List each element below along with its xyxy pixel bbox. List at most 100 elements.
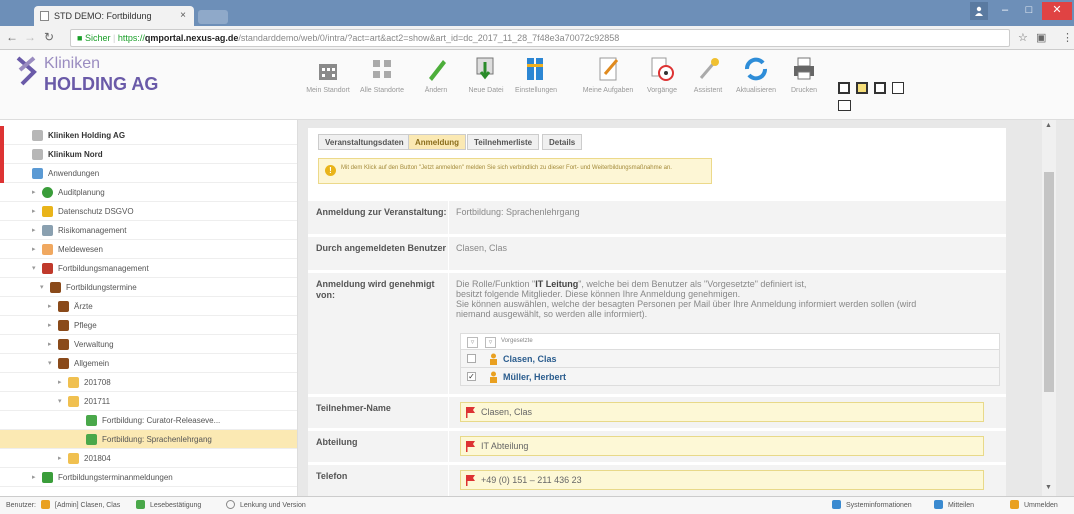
- my-site-button[interactable]: Mein Standort: [300, 54, 356, 116]
- row-department: Abteilung IT Abteilung: [308, 430, 1006, 462]
- back-icon[interactable]: ←: [6, 30, 18, 44]
- url-path: /standarddemo/web/0/intra/?act=art&act2=…: [238, 33, 620, 43]
- sidebar-item-201708[interactable]: ▸ 201708: [0, 373, 297, 392]
- tab-veranstaltungsdaten[interactable]: Veranstaltungsdaten: [318, 134, 411, 150]
- star-icon[interactable]: ☆: [1018, 31, 1028, 44]
- approver-row[interactable]: Clasen, Clas: [460, 350, 1000, 368]
- messages-link[interactable]: Mitteilen: [934, 497, 974, 514]
- sidebar-item-anmeldungen[interactable]: ▸ Fortbildungsterminanmeldungen: [0, 468, 297, 487]
- reload-icon[interactable]: ↻: [44, 30, 54, 44]
- sidebar-item-allgemein[interactable]: ▾ Allgemein: [0, 354, 297, 373]
- expand-arrow-icon[interactable]: ▸: [32, 240, 36, 259]
- expand-arrow-icon[interactable]: ▸: [48, 335, 52, 354]
- approver-name: Clasen, Clas: [503, 354, 557, 364]
- close-window-button[interactable]: ✕: [1042, 2, 1072, 20]
- expand-arrow-icon[interactable]: ▸: [32, 221, 36, 240]
- logout-link[interactable]: Ummelden: [1010, 497, 1058, 514]
- filter-icon[interactable]: ▿: [467, 337, 478, 348]
- expand-arrow-icon[interactable]: ▸: [48, 316, 52, 335]
- collapse-arrow-icon[interactable]: ▾: [48, 354, 52, 373]
- print-icon: [794, 57, 814, 80]
- browser-tab[interactable]: STD DEMO: Fortbildung ×: [34, 6, 194, 26]
- expand-arrow-icon[interactable]: ▸: [32, 183, 36, 202]
- all-sites-button[interactable]: Alle Standorte: [354, 54, 410, 116]
- sidebar-item-kliniken-holding[interactable]: Kliniken Holding AG: [0, 126, 297, 145]
- read-confirmation-link[interactable]: Lesebestätigung: [136, 497, 201, 514]
- url-host: qmportal.nexus-ag.de: [144, 33, 239, 43]
- sidebar-item-sprachenlehrgang[interactable]: Fortbildung: Sprachenlehrgang: [0, 430, 297, 449]
- collapse-arrow-icon[interactable]: ▾: [58, 392, 62, 411]
- menu-icon[interactable]: ⋮: [1062, 31, 1073, 44]
- report-icon: [42, 244, 53, 255]
- scroll-up-icon[interactable]: ▲: [1045, 122, 1052, 129]
- layout-1-button[interactable]: [838, 82, 850, 94]
- my-tasks-button[interactable]: Meine Aufgaben: [580, 54, 636, 116]
- edit-button[interactable]: Ändern: [408, 54, 464, 116]
- expand-arrow-icon[interactable]: ▸: [58, 449, 62, 468]
- filter-icon[interactable]: ▿: [485, 337, 496, 348]
- sidebar-item-201711[interactable]: ▾ 201711: [0, 392, 297, 411]
- sidebar-item-fortbildungstermine[interactable]: ▾ Fortbildungstermine: [0, 278, 297, 297]
- collapse-arrow-icon[interactable]: ▾: [40, 278, 44, 297]
- history-link[interactable]: Lenkung und Version: [226, 497, 306, 514]
- extension-icon[interactable]: ▣: [1036, 31, 1046, 44]
- approval-line-4: niemand ausgewählt, so werden alle infor…: [456, 309, 648, 319]
- expand-arrow-icon[interactable]: ▸: [32, 468, 36, 487]
- collapse-arrow-icon[interactable]: ▾: [32, 259, 36, 278]
- sidebar-item-201804[interactable]: ▸ 201804: [0, 449, 297, 468]
- new-file-button[interactable]: Neue Datei: [458, 54, 514, 116]
- sidebar-item-meldewesen[interactable]: ▸ Meldewesen: [0, 240, 297, 259]
- approval-text-end: ", welche bei dem Benutzer als "Vorgeset…: [578, 279, 807, 289]
- hospital-icon: [32, 149, 43, 160]
- tab-teilnehmerliste[interactable]: Teilnehmerliste: [467, 134, 540, 150]
- folder-icon: [68, 377, 79, 388]
- expand-arrow-icon[interactable]: ▸: [58, 373, 62, 392]
- scroll-down-icon[interactable]: ▼: [1045, 484, 1052, 491]
- phone-field[interactable]: +49 (0) 151 – 211 436 23: [460, 470, 984, 490]
- user-status[interactable]: Benutzer: [Admin] Clasen, Clas: [6, 497, 120, 514]
- logo-line1: Kliniken: [44, 55, 101, 72]
- sidebar-item-curator[interactable]: Fortbildung: Curator-Releaseve...: [0, 411, 297, 430]
- layout-2-button[interactable]: [856, 82, 868, 94]
- scroll-thumb[interactable]: [1044, 172, 1054, 392]
- user-icon[interactable]: [970, 2, 988, 20]
- sidebar-item-anwendungen[interactable]: Anwendungen: [0, 164, 297, 183]
- participant-value: Clasen, Clas: [481, 407, 533, 417]
- approver-checkbox[interactable]: ✓: [467, 372, 476, 381]
- layout-3-button[interactable]: [874, 82, 886, 94]
- approver-row[interactable]: ✓ Müller, Herbert: [460, 368, 1000, 386]
- tab-anmeldung[interactable]: Anmeldung: [408, 134, 466, 150]
- department-field[interactable]: IT Abteilung: [460, 436, 984, 456]
- sidebar-item-fortbildungsmanagement[interactable]: ▾ Fortbildungsmanagement: [0, 259, 297, 278]
- sidebar-item-pflege[interactable]: ▸ Pflege: [0, 316, 297, 335]
- expand-arrow-icon[interactable]: ▸: [32, 202, 36, 221]
- minimize-button[interactable]: –: [994, 2, 1016, 20]
- approvers-grid-header: ▿ ▿ Vorgesetzte: [460, 333, 1000, 350]
- sidebar-item-risikomanagement[interactable]: ▸ Risikomanagement: [0, 221, 297, 240]
- new-tab-button[interactable]: [198, 10, 228, 24]
- my-tasks-label: Meine Aufgaben: [582, 87, 634, 94]
- sysinfo-link[interactable]: Systeminformationen: [832, 497, 912, 514]
- sites-icon: [373, 60, 391, 78]
- settings-button[interactable]: Einstellungen: [508, 54, 564, 116]
- hospital-icon: [32, 130, 43, 141]
- print-label: Drucken: [790, 87, 818, 94]
- expand-arrow-icon[interactable]: ▸: [48, 297, 52, 316]
- tab-details[interactable]: Details: [542, 134, 583, 150]
- sidebar-item-datenschutz[interactable]: ▸ Datenschutz DSGVO: [0, 202, 297, 221]
- content-scrollbar[interactable]: ▲ ▼: [1042, 120, 1056, 496]
- url-input[interactable]: ■ Sicher | https://qmportal.nexus-ag.de/…: [70, 29, 1010, 47]
- approver-checkbox[interactable]: [467, 354, 476, 363]
- sidebar-item-aerzte[interactable]: ▸ Ärzte: [0, 297, 297, 316]
- sidebar-item-auditplanung[interactable]: ▸ Auditplanung: [0, 183, 297, 202]
- layout-4-button[interactable]: [892, 82, 904, 94]
- sidebar-item-verwaltung[interactable]: ▸ Verwaltung: [0, 335, 297, 354]
- sidebar-item-label: Datenschutz DSGVO: [58, 207, 134, 216]
- maximize-button[interactable]: □: [1018, 2, 1040, 20]
- sidebar-item-klinikum-nord[interactable]: Klinikum Nord: [0, 145, 297, 164]
- participant-field[interactable]: Clasen, Clas: [460, 402, 984, 422]
- layout-expand-button[interactable]: [838, 100, 851, 111]
- close-tab-icon[interactable]: ×: [180, 10, 186, 21]
- forward-icon[interactable]: →: [24, 30, 36, 44]
- print-button[interactable]: Drucken: [776, 54, 832, 116]
